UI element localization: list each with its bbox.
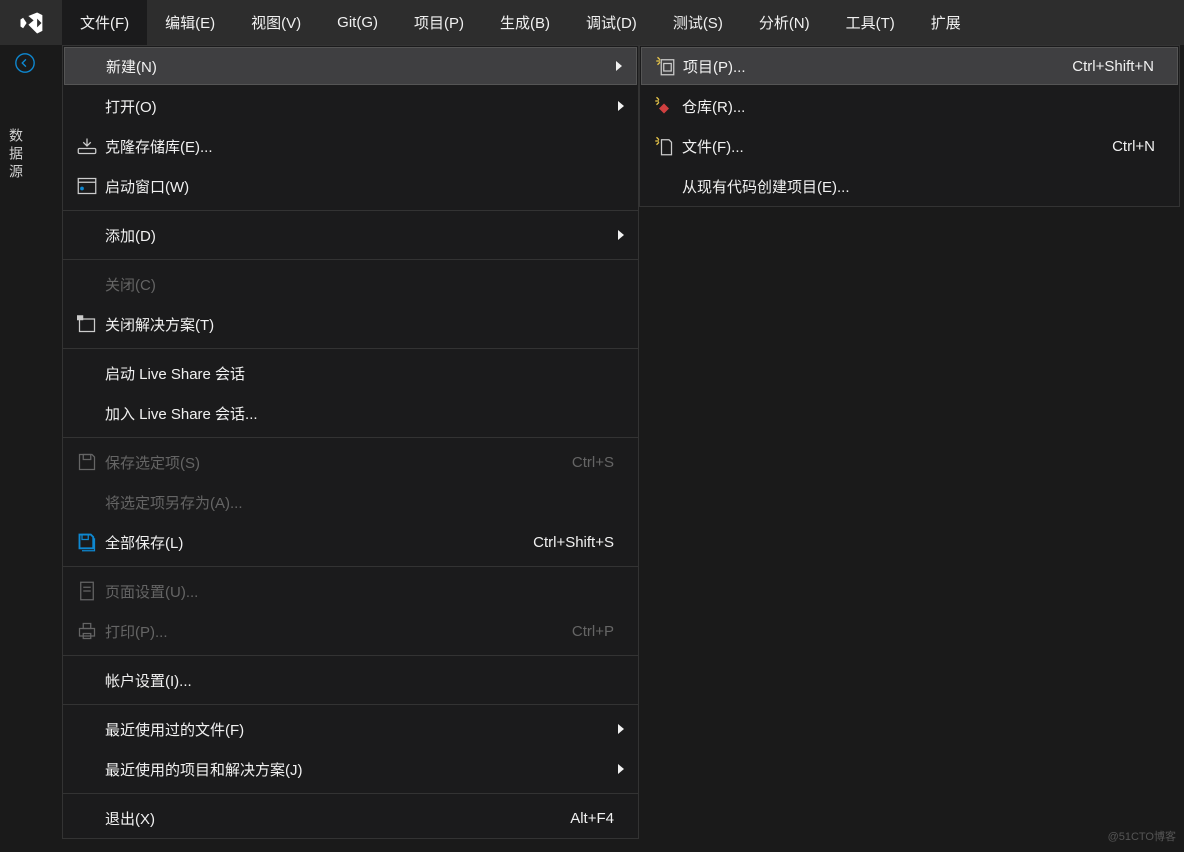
menuitem-label: 最近使用的项目和解决方案(J) xyxy=(105,759,624,780)
menuitem-close: 关闭(C) xyxy=(63,264,638,304)
clone-icon xyxy=(77,136,105,156)
separator xyxy=(63,210,638,211)
shortcut-label: Ctrl+Shift+N xyxy=(1072,58,1154,75)
menuitem-start-liveshare[interactable]: 启动 Live Share 会话 xyxy=(63,353,638,393)
separator xyxy=(63,704,638,705)
window-icon xyxy=(77,176,105,196)
menuitem-open[interactable]: 打开(O) xyxy=(63,86,638,126)
menuitem-label: 最近使用过的文件(F) xyxy=(105,719,624,740)
side-tab-datasources[interactable]: 数据源 xyxy=(0,120,32,190)
separator xyxy=(63,259,638,260)
file-dropdown: 新建(N) 打开(O) 克隆存储库(E)... 启动窗口(W) 添加(D) 关闭… xyxy=(62,45,639,839)
menuitem-label: 关闭解决方案(T) xyxy=(105,314,624,335)
menuitem-label: 将选定项另存为(A)... xyxy=(105,492,624,513)
new-repo-icon xyxy=(654,96,682,116)
menuitem-label: 新建(N) xyxy=(106,56,623,77)
save-icon xyxy=(77,452,105,472)
separator xyxy=(63,566,638,567)
menuitem-recent-files[interactable]: 最近使用过的文件(F) xyxy=(63,709,638,749)
menu-build[interactable]: 生成(B) xyxy=(482,0,568,45)
menuitem-start-window[interactable]: 启动窗口(W) xyxy=(63,166,638,206)
menuitem-label: 项目(P)... xyxy=(683,56,1072,77)
menuitem-label: 保存选定项(S) xyxy=(105,452,572,473)
menuitem-clone-repo[interactable]: 克隆存储库(E)... xyxy=(63,126,638,166)
menuitem-label: 打印(P)... xyxy=(105,621,572,642)
shortcut-label: Alt+F4 xyxy=(570,810,614,827)
menuitem-join-liveshare[interactable]: 加入 Live Share 会话... xyxy=(63,393,638,433)
menuitem-label: 启动窗口(W) xyxy=(105,176,624,197)
menu-extensions[interactable]: 扩展 xyxy=(913,0,979,45)
menuitem-label: 帐户设置(I)... xyxy=(105,670,624,691)
menuitem-add[interactable]: 添加(D) xyxy=(63,215,638,255)
shortcut-label: Ctrl+P xyxy=(572,623,614,640)
menuitem-recent-projects[interactable]: 最近使用的项目和解决方案(J) xyxy=(63,749,638,789)
page-setup-icon xyxy=(77,581,105,601)
menu-file[interactable]: 文件(F) xyxy=(62,0,147,45)
menu-debug[interactable]: 调试(D) xyxy=(568,0,655,45)
menuitem-label: 启动 Live Share 会话 xyxy=(105,363,624,384)
menuitem-label: 从现有代码创建项目(E)... xyxy=(682,176,1165,197)
submenu-arrow-icon xyxy=(616,61,622,71)
menuitem-page-setup: 页面设置(U)... xyxy=(63,571,638,611)
menu-edit[interactable]: 编辑(E) xyxy=(147,0,233,45)
print-icon xyxy=(77,621,105,641)
menuitem-label: 文件(F)... xyxy=(682,136,1112,157)
separator xyxy=(63,348,638,349)
separator xyxy=(63,793,638,794)
menubar: 文件(F) 编辑(E) 视图(V) Git(G) 项目(P) 生成(B) 调试(… xyxy=(0,0,1184,45)
menu-project[interactable]: 项目(P) xyxy=(396,0,482,45)
new-submenu: 项目(P)... Ctrl+Shift+N 仓库(R)... 文件(F)... … xyxy=(639,45,1180,207)
new-project-icon xyxy=(655,56,683,76)
save-all-icon xyxy=(77,532,105,552)
menuitem-label: 仓库(R)... xyxy=(682,96,1165,117)
menuitem-new-repo[interactable]: 仓库(R)... xyxy=(640,86,1179,126)
separator xyxy=(63,655,638,656)
menuitem-label: 打开(O) xyxy=(105,96,624,117)
menu-tools[interactable]: 工具(T) xyxy=(828,0,913,45)
menu-git[interactable]: Git(G) xyxy=(319,0,396,45)
menu-test[interactable]: 测试(S) xyxy=(655,0,741,45)
close-solution-icon xyxy=(77,314,105,334)
separator xyxy=(63,437,638,438)
submenu-arrow-icon xyxy=(618,764,624,774)
menuitem-print: 打印(P)... Ctrl+P xyxy=(63,611,638,651)
submenu-arrow-icon xyxy=(618,724,624,734)
shortcut-label: Ctrl+Shift+S xyxy=(533,534,614,551)
menuitem-save-selected-as: 将选定项另存为(A)... xyxy=(63,482,638,522)
shortcut-label: Ctrl+S xyxy=(572,454,614,471)
menuitem-close-solution[interactable]: 关闭解决方案(T) xyxy=(63,304,638,344)
submenu-arrow-icon xyxy=(618,101,624,111)
menuitem-label: 页面设置(U)... xyxy=(105,581,624,602)
watermark: @51CTO博客 xyxy=(1108,828,1176,844)
new-file-icon xyxy=(654,136,682,156)
menu-view[interactable]: 视图(V) xyxy=(233,0,319,45)
menuitem-label: 退出(X) xyxy=(105,808,570,829)
menuitem-label: 关闭(C) xyxy=(105,274,624,295)
menuitem-save-all[interactable]: 全部保存(L) Ctrl+Shift+S xyxy=(63,522,638,562)
menu-analyze[interactable]: 分析(N) xyxy=(741,0,828,45)
menuitem-label: 加入 Live Share 会话... xyxy=(105,403,624,424)
menuitem-save-selected: 保存选定项(S) Ctrl+S xyxy=(63,442,638,482)
menuitem-exit[interactable]: 退出(X) Alt+F4 xyxy=(63,798,638,838)
menuitem-label: 全部保存(L) xyxy=(105,532,533,553)
submenu-arrow-icon xyxy=(618,230,624,240)
app-logo xyxy=(0,0,62,45)
menuitem-new-file[interactable]: 文件(F)... Ctrl+N xyxy=(640,126,1179,166)
menuitem-from-existing[interactable]: 从现有代码创建项目(E)... xyxy=(640,166,1179,206)
menuitem-new-project[interactable]: 项目(P)... Ctrl+Shift+N xyxy=(641,47,1178,85)
menuitem-label: 添加(D) xyxy=(105,225,624,246)
menuitem-label: 克隆存储库(E)... xyxy=(105,136,624,157)
menuitem-new[interactable]: 新建(N) xyxy=(64,47,637,85)
menuitem-account-settings[interactable]: 帐户设置(I)... xyxy=(63,660,638,700)
shortcut-label: Ctrl+N xyxy=(1112,138,1155,155)
back-icon[interactable] xyxy=(14,52,36,78)
